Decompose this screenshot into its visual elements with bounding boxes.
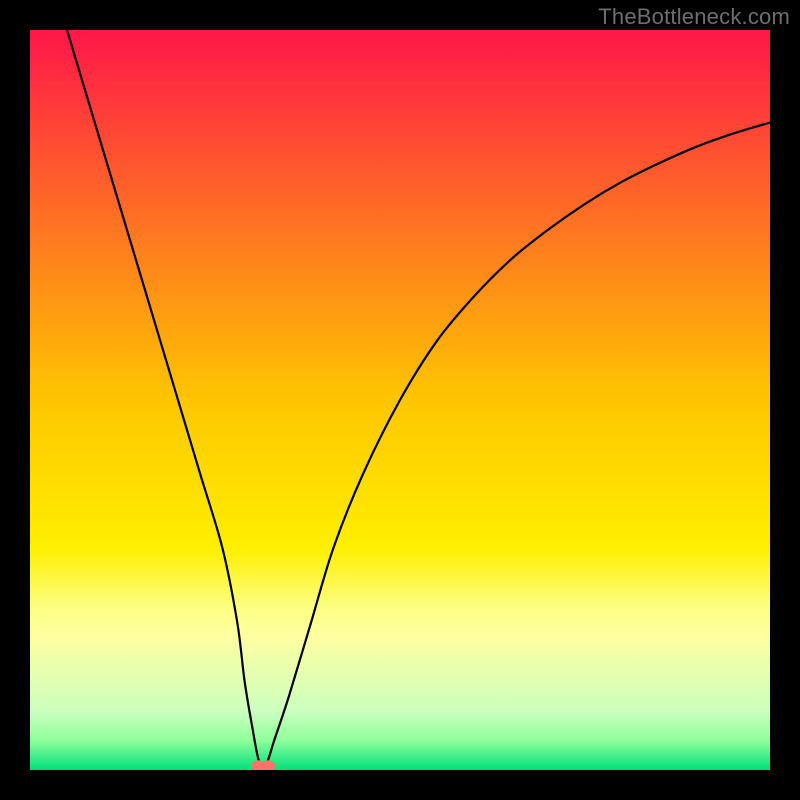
bottleneck-chart xyxy=(30,30,770,770)
watermark-text: TheBottleneck.com xyxy=(598,4,790,30)
chart-frame xyxy=(30,30,770,770)
